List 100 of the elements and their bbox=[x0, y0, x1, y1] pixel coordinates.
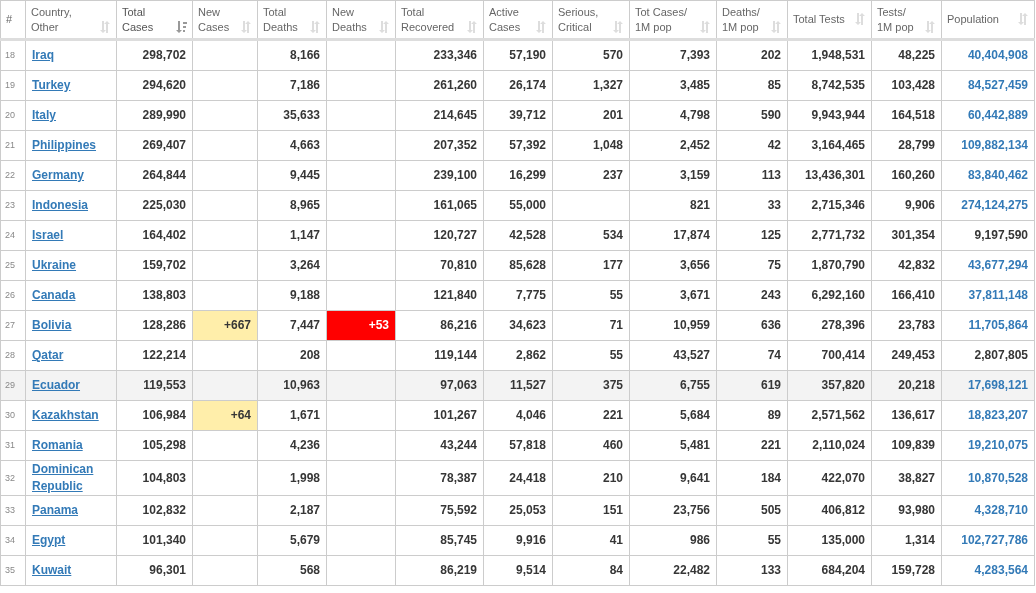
deaths-per-million-cell: 75 bbox=[716, 250, 788, 281]
column-header[interactable]: Country, Other bbox=[25, 0, 117, 40]
total-deaths-cell: 10,963 bbox=[257, 370, 327, 401]
cases-per-million-cell: 10,959 bbox=[629, 310, 717, 341]
total-tests-cell: 9,943,944 bbox=[787, 100, 872, 131]
total-recovered-cell: 78,387 bbox=[395, 460, 484, 496]
column-header[interactable]: Active Cases bbox=[483, 0, 553, 40]
population-cell[interactable]: 60,442,889 bbox=[941, 100, 1035, 131]
column-header[interactable]: Total Tests bbox=[787, 0, 872, 40]
country-link[interactable]: Qatar bbox=[32, 347, 64, 364]
total-cases-cell: 289,990 bbox=[116, 100, 193, 131]
total-deaths-cell: 4,663 bbox=[257, 130, 327, 161]
total-tests-cell: 422,070 bbox=[787, 460, 872, 496]
cases-per-million-cell: 23,756 bbox=[629, 495, 717, 526]
tests-per-million-cell: 28,799 bbox=[871, 130, 942, 161]
serious-critical-cell: 1,048 bbox=[552, 130, 630, 161]
population-cell[interactable]: 17,698,121 bbox=[941, 370, 1035, 401]
cases-per-million-cell: 2,452 bbox=[629, 130, 717, 161]
total-recovered-cell: 119,144 bbox=[395, 340, 484, 371]
total-deaths-cell: 4,236 bbox=[257, 430, 327, 461]
deaths-per-million-cell: 133 bbox=[716, 555, 788, 586]
population-cell[interactable]: 109,882,134 bbox=[941, 130, 1035, 161]
population-cell[interactable]: 84,527,459 bbox=[941, 70, 1035, 101]
serious-critical-cell: 570 bbox=[552, 39, 630, 71]
serious-critical-cell: 534 bbox=[552, 220, 630, 251]
tests-per-million-cell: 23,783 bbox=[871, 310, 942, 341]
tests-per-million-cell: 103,428 bbox=[871, 70, 942, 101]
population-cell[interactable]: 10,870,528 bbox=[941, 460, 1035, 496]
row-number: 31 bbox=[0, 430, 26, 461]
population-cell[interactable]: 11,705,864 bbox=[941, 310, 1035, 341]
column-header[interactable]: New Deaths bbox=[326, 0, 396, 40]
total-cases-cell: 225,030 bbox=[116, 190, 193, 221]
total-tests-cell: 2,771,732 bbox=[787, 220, 872, 251]
population-cell[interactable]: 83,840,462 bbox=[941, 160, 1035, 191]
active-cases-cell: 16,299 bbox=[483, 160, 553, 191]
deaths-per-million-cell: 74 bbox=[716, 340, 788, 371]
active-cases-cell: 57,392 bbox=[483, 130, 553, 161]
serious-critical-cell: 375 bbox=[552, 370, 630, 401]
column-header[interactable]: Total Deaths bbox=[257, 0, 327, 40]
population-cell[interactable]: 102,727,786 bbox=[941, 525, 1035, 556]
country-link[interactable]: Italy bbox=[32, 107, 56, 124]
serious-critical-cell: 151 bbox=[552, 495, 630, 526]
total-recovered-cell: 207,352 bbox=[395, 130, 484, 161]
column-header[interactable]: Total Cases bbox=[116, 0, 193, 40]
deaths-per-million-cell: 125 bbox=[716, 220, 788, 251]
total-tests-cell: 6,292,160 bbox=[787, 280, 872, 311]
total-cases-cell: 105,298 bbox=[116, 430, 193, 461]
cases-per-million-cell: 17,874 bbox=[629, 220, 717, 251]
population-cell[interactable]: 4,283,564 bbox=[941, 555, 1035, 586]
tests-per-million-cell: 136,617 bbox=[871, 400, 942, 431]
population-cell[interactable]: 18,823,207 bbox=[941, 400, 1035, 431]
total-deaths-cell: 7,447 bbox=[257, 310, 327, 341]
serious-critical-cell: 210 bbox=[552, 460, 630, 496]
tests-per-million-cell: 160,260 bbox=[871, 160, 942, 191]
column-header[interactable]: Tot Cases/ 1M pop bbox=[629, 0, 717, 40]
total-tests-cell: 3,164,465 bbox=[787, 130, 872, 161]
total-tests-cell: 1,870,790 bbox=[787, 250, 872, 281]
total-recovered-cell: 239,100 bbox=[395, 160, 484, 191]
active-cases-cell: 2,862 bbox=[483, 340, 553, 371]
row-number: 27 bbox=[0, 310, 26, 341]
column-header[interactable]: Deaths/ 1M pop bbox=[716, 0, 788, 40]
total-deaths-cell: 1,998 bbox=[257, 460, 327, 496]
country-link[interactable]: Iraq bbox=[32, 47, 54, 64]
population-cell[interactable]: 43,677,294 bbox=[941, 250, 1035, 281]
country-link[interactable]: Israel bbox=[32, 227, 64, 244]
active-cases-cell: 9,514 bbox=[483, 555, 553, 586]
serious-critical-cell: 84 bbox=[552, 555, 630, 586]
serious-critical-cell: 460 bbox=[552, 430, 630, 461]
active-cases-cell: 85,628 bbox=[483, 250, 553, 281]
population-cell[interactable]: 274,124,275 bbox=[941, 190, 1035, 221]
column-header[interactable]: Population bbox=[941, 0, 1035, 40]
total-cases-cell: 128,286 bbox=[116, 310, 193, 341]
total-recovered-cell: 161,065 bbox=[395, 190, 484, 221]
row-number: 20 bbox=[0, 100, 26, 131]
column-header[interactable]: New Cases bbox=[192, 0, 258, 40]
tests-per-million-cell: 9,906 bbox=[871, 190, 942, 221]
column-header[interactable]: Total Recovered bbox=[395, 0, 484, 40]
deaths-per-million-cell: 243 bbox=[716, 280, 788, 311]
total-deaths-cell: 208 bbox=[257, 340, 327, 371]
population-cell: 2,807,805 bbox=[941, 340, 1035, 371]
total-tests-cell: 2,110,024 bbox=[787, 430, 872, 461]
column-header[interactable]: Serious, Critical bbox=[552, 0, 630, 40]
row-number: 26 bbox=[0, 280, 26, 311]
row-number: 23 bbox=[0, 190, 26, 221]
total-recovered-cell: 101,267 bbox=[395, 400, 484, 431]
population-cell[interactable]: 37,811,148 bbox=[941, 280, 1035, 311]
column-header[interactable]: Tests/ 1M pop bbox=[871, 0, 942, 40]
total-cases-cell: 298,702 bbox=[116, 39, 193, 71]
cases-per-million-cell: 4,798 bbox=[629, 100, 717, 131]
population-cell[interactable]: 40,404,908 bbox=[941, 39, 1035, 71]
deaths-per-million-cell: 42 bbox=[716, 130, 788, 161]
population-cell[interactable]: 19,210,075 bbox=[941, 430, 1035, 461]
row-number: 33 bbox=[0, 495, 26, 526]
total-deaths-cell: 9,188 bbox=[257, 280, 327, 311]
tests-per-million-cell: 109,839 bbox=[871, 430, 942, 461]
population-cell[interactable]: 4,328,710 bbox=[941, 495, 1035, 526]
cases-per-million-cell: 3,656 bbox=[629, 250, 717, 281]
total-deaths-cell: 1,147 bbox=[257, 220, 327, 251]
total-tests-cell: 2,571,562 bbox=[787, 400, 872, 431]
deaths-per-million-cell: 85 bbox=[716, 70, 788, 101]
